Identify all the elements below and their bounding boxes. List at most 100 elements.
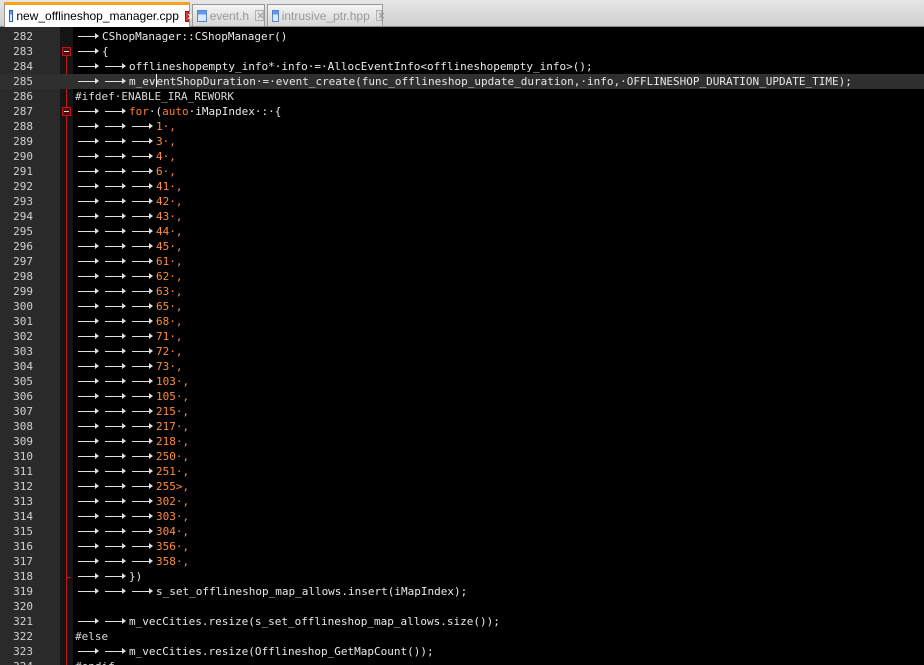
code-line[interactable]: 323 m_vecCities.resize(Offlineshop_GetMap… xyxy=(0,644,924,659)
close-tab-icon[interactable] xyxy=(255,10,264,21)
tab-arrow-icon xyxy=(102,164,129,179)
close-tab-icon[interactable] xyxy=(184,10,189,22)
code-line[interactable]: 300 65·, xyxy=(0,299,924,314)
code-text[interactable]: 68·, xyxy=(75,314,183,329)
code-text[interactable]: 73·, xyxy=(75,359,183,374)
code-text[interactable]: 72·, xyxy=(75,344,183,359)
code-text[interactable]: 6·, xyxy=(75,164,176,179)
code-text[interactable]: 1·, xyxy=(75,119,176,134)
code-line[interactable]: 303 72·, xyxy=(0,344,924,359)
code-line[interactable]: 311 251·, xyxy=(0,464,924,479)
code-text[interactable]: m_vecCities.resize(s_set_offlineshop_map… xyxy=(75,614,500,629)
code-line[interactable]: 319 s_set_offlineshop_map_allows.insert(i… xyxy=(0,584,924,599)
tab-new-offlineshop-manager[interactable]: new_offlineshop_manager.cpp xyxy=(4,2,190,27)
tab-arrow-icon xyxy=(129,179,156,194)
code-line[interactable]: 320 xyxy=(0,599,924,614)
code-line[interactable]: 312 255>, xyxy=(0,479,924,494)
code-line[interactable]: 313 302·, xyxy=(0,494,924,509)
code-text[interactable]: 103·, xyxy=(75,374,189,389)
code-text[interactable]: { xyxy=(75,44,109,59)
code-line[interactable]: 315 304·, xyxy=(0,524,924,539)
code-text[interactable]: 356·, xyxy=(75,539,189,554)
code-text[interactable]: 3·, xyxy=(75,134,176,149)
code-line[interactable]: 314 303·, xyxy=(0,509,924,524)
code-text[interactable]: 44·, xyxy=(75,224,183,239)
code-line[interactable]: 287 for·(auto·iMapIndex·:·{ xyxy=(0,104,924,119)
code-text[interactable]: #ifdef·ENABLE_IRA_REWORK xyxy=(75,89,234,104)
code-text[interactable]: 63·, xyxy=(75,284,183,299)
line-number: 284 xyxy=(13,60,33,73)
code-line[interactable]: 301 68·, xyxy=(0,314,924,329)
code-line[interactable]: 321 m_vecCities.resize(s_set_offlineshop_… xyxy=(0,614,924,629)
code-line[interactable]: 289 3·, xyxy=(0,134,924,149)
code-text[interactable]: }) xyxy=(75,569,142,584)
code-line[interactable]: 324 #endif xyxy=(0,659,924,665)
code-text[interactable]: 71·, xyxy=(75,329,183,344)
code-line[interactable]: 299 63·, xyxy=(0,284,924,299)
code-line[interactable]: 318}) xyxy=(0,569,924,584)
code-text[interactable]: 45·, xyxy=(75,239,183,254)
code-text[interactable]: 105·, xyxy=(75,389,189,404)
code-text[interactable]: 4·, xyxy=(75,149,176,164)
tab-arrow-icon xyxy=(102,539,129,554)
tab-arrow-icon xyxy=(75,539,102,554)
code-line[interactable]: 296 45·, xyxy=(0,239,924,254)
code-line[interactable]: 307 215·, xyxy=(0,404,924,419)
code-text[interactable]: 250·, xyxy=(75,449,189,464)
code-line[interactable]: 282 CShopManager::CShopManager() xyxy=(0,29,924,44)
code-line[interactable]: 297 61·, xyxy=(0,254,924,269)
code-line[interactable]: 292 41·, xyxy=(0,179,924,194)
line-number: 309 xyxy=(13,435,33,448)
code-text[interactable]: 62·, xyxy=(75,269,183,284)
code-line[interactable]: 291 6·, xyxy=(0,164,924,179)
code-line[interactable]: 309 218·, xyxy=(0,434,924,449)
code-text[interactable]: 218·, xyxy=(75,434,189,449)
line-number: 304 xyxy=(13,360,33,373)
code-line[interactable]: 304 73·, xyxy=(0,359,924,374)
code-line[interactable]: 322 #else xyxy=(0,629,924,644)
code-line[interactable]: 298 62·, xyxy=(0,269,924,284)
code-text[interactable]: for·(auto·iMapIndex·:·{ xyxy=(75,104,281,119)
code-line[interactable]: 285 m_eventShopDuration·=·event_create(fu… xyxy=(0,74,924,89)
code-text[interactable]: 43·, xyxy=(75,209,183,224)
code-line[interactable]: 295 44·, xyxy=(0,224,924,239)
code-text[interactable]: 65·, xyxy=(75,299,183,314)
code-line[interactable]: 288 1·, xyxy=(0,119,924,134)
code-text[interactable]: 42·, xyxy=(75,194,183,209)
code-text[interactable]: 303·, xyxy=(75,509,189,524)
code-line[interactable]: 286 #ifdef·ENABLE_IRA_REWORK xyxy=(0,89,924,104)
code-line[interactable]: 316 356·, xyxy=(0,539,924,554)
close-tab-icon[interactable] xyxy=(375,10,382,21)
code-line[interactable]: 310 250·, xyxy=(0,449,924,464)
code-text[interactable]: m_vecCities.resize(Offlineshop_GetMapCou… xyxy=(75,644,434,659)
code-text[interactable]: 61·, xyxy=(75,254,183,269)
code-text[interactable]: 215·, xyxy=(75,404,189,419)
code-line[interactable]: 308 217·, xyxy=(0,419,924,434)
tab-intrusive-ptr[interactable]: intrusive_ptr.hpp xyxy=(267,4,383,26)
code-text[interactable]: m_eventShopDuration·=·event_create(func_… xyxy=(75,74,852,89)
code-text[interactable]: 41·, xyxy=(75,179,183,194)
code-text[interactable]: 251·, xyxy=(75,464,189,479)
code-text[interactable]: 304·, xyxy=(75,524,189,539)
code-text[interactable]: CShopManager::CShopManager() xyxy=(75,29,287,44)
code-text[interactable]: s_set_offlineshop_map_allows.insert(iMap… xyxy=(75,584,467,599)
code-line[interactable]: 294 43·, xyxy=(0,209,924,224)
code-line[interactable]: 305 103·, xyxy=(0,374,924,389)
code-line[interactable]: 293 42·, xyxy=(0,194,924,209)
code-line[interactable]: 283 { xyxy=(0,44,924,59)
code-text[interactable]: #else xyxy=(75,629,108,644)
code-text[interactable]: 217·, xyxy=(75,419,189,434)
code-text[interactable]: 302·, xyxy=(75,494,189,509)
code-line[interactable]: 302 71·, xyxy=(0,329,924,344)
code-text[interactable]: 358·, xyxy=(75,554,189,569)
code-text[interactable]: #endif xyxy=(75,659,115,665)
code-editor[interactable]: 282 CShopManager::CShopManager() 283 {284 of… xyxy=(0,27,924,665)
code-text[interactable]: 255>, xyxy=(75,479,189,494)
code-line[interactable]: 317 358·, xyxy=(0,554,924,569)
tab-arrow-icon xyxy=(75,209,102,224)
code-line[interactable]: 284 offlineshopempty_info*·info·=·AllocEv… xyxy=(0,59,924,74)
code-line[interactable]: 290 4·, xyxy=(0,149,924,164)
code-line[interactable]: 306 105·, xyxy=(0,389,924,404)
tab-event-h[interactable]: event.h xyxy=(192,4,265,26)
code-text[interactable]: offlineshopempty_info*·info·=·AllocEvent… xyxy=(75,59,593,74)
